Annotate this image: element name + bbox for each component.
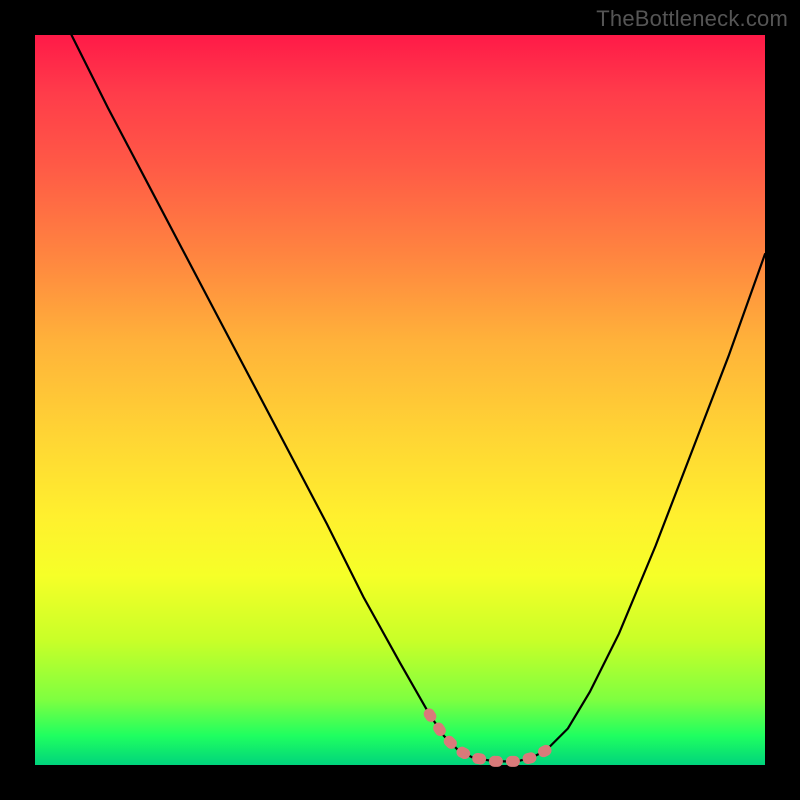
plot-area xyxy=(35,35,765,765)
chart-svg xyxy=(35,35,765,765)
outer-frame: TheBottleneck.com xyxy=(0,0,800,800)
watermark-text: TheBottleneck.com xyxy=(596,6,788,32)
optimal-zone-marker xyxy=(429,714,546,762)
bottleneck-curve xyxy=(72,35,766,761)
